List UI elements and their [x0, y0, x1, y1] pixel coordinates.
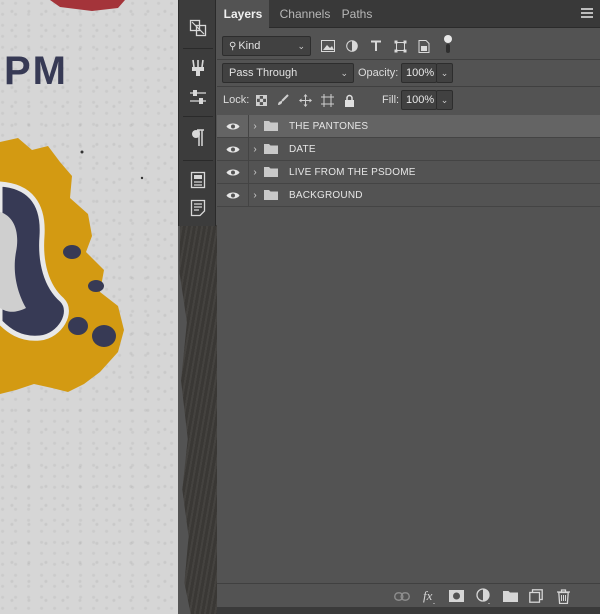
- fill-input[interactable]: 100%: [401, 90, 437, 110]
- filter-toggle-switch[interactable]: [438, 34, 458, 54]
- lock-label: Lock:: [223, 94, 250, 106]
- lock-image-pixels-icon[interactable]: [273, 90, 293, 110]
- link-layers-icon[interactable]: [393, 587, 411, 605]
- filter-kind-label: Kind: [238, 40, 261, 52]
- blend-mode-label: Pass Through: [229, 67, 298, 79]
- torn-paper-edge: [179, 225, 218, 614]
- layer-row[interactable]: › DATE: [217, 138, 600, 161]
- brush-presets-icon[interactable]: [188, 58, 208, 78]
- folder-icon: [264, 143, 278, 154]
- filter-shape-layers-icon[interactable]: [390, 36, 410, 56]
- new-group-folder-icon[interactable]: [501, 587, 519, 605]
- eye-icon[interactable]: [217, 161, 249, 184]
- eye-icon[interactable]: [217, 115, 249, 138]
- layers-list: › THE PANTONES › DATE › LIVE FROM THE PS…: [217, 115, 600, 207]
- chevron-right-icon[interactable]: ›: [250, 184, 260, 207]
- filter-pixel-layers-icon[interactable]: [318, 36, 338, 56]
- eye-icon[interactable]: [217, 138, 249, 161]
- poster-artwork: PM: [0, 0, 144, 394]
- layer-name[interactable]: LIVE FROM THE PSDOME: [289, 161, 416, 184]
- chevron-down-icon: ⌄: [297, 41, 305, 51]
- layer-row[interactable]: › THE PANTONES: [217, 115, 600, 138]
- chevron-right-icon[interactable]: ›: [250, 115, 260, 138]
- filter-kind-dropdown[interactable]: ⚲ Kind ⌄: [222, 36, 311, 56]
- svg-text:fx: fx: [423, 588, 433, 603]
- chevron-right-icon[interactable]: ›: [250, 138, 260, 161]
- layers-panel: Layers Channels Paths ⚲ Kind ⌄ Pass Throu…: [217, 0, 600, 614]
- layers-action-bar: fx: [217, 583, 600, 607]
- chevron-down-icon: ⌄: [340, 68, 348, 78]
- folder-icon: [264, 166, 278, 177]
- layer-row[interactable]: › LIVE FROM THE PSDOME: [217, 161, 600, 184]
- layer-name[interactable]: DATE: [289, 138, 316, 161]
- tab-layers[interactable]: Layers: [217, 0, 269, 29]
- lock-position-icon[interactable]: [295, 90, 315, 110]
- tab-paths[interactable]: Paths: [339, 0, 375, 28]
- panel-tab-bar: Layers Channels Paths: [217, 0, 600, 29]
- blend-mode-dropdown[interactable]: Pass Through ⌄: [222, 63, 354, 83]
- clone-source-icon[interactable]: [188, 18, 208, 38]
- lock-all-icon[interactable]: [339, 90, 359, 110]
- opacity-input[interactable]: 100%: [401, 63, 437, 83]
- chevron-right-icon[interactable]: ›: [250, 161, 260, 184]
- filter-adjustment-layers-icon[interactable]: [342, 36, 362, 56]
- panel-bottom-edge: [217, 607, 600, 614]
- lock-artboard-icon[interactable]: [317, 90, 337, 110]
- filter-smart-objects-icon[interactable]: [414, 36, 434, 56]
- adjustments-sliders-icon[interactable]: [188, 87, 208, 107]
- notes-icon[interactable]: [188, 198, 208, 218]
- new-adjustment-layer-icon[interactable]: [475, 587, 493, 605]
- delete-layer-trash-icon[interactable]: [554, 587, 572, 605]
- filter-type-layers-icon[interactable]: [366, 36, 386, 56]
- layer-style-fx-icon[interactable]: fx: [421, 587, 439, 605]
- folder-icon: [264, 120, 278, 131]
- add-mask-icon[interactable]: [447, 587, 465, 605]
- search-icon: ⚲: [229, 41, 237, 52]
- opacity-label: Opacity:: [358, 67, 399, 79]
- tab-channels[interactable]: Channels: [271, 0, 339, 28]
- new-layer-icon[interactable]: [527, 587, 545, 605]
- eye-icon[interactable]: [217, 184, 249, 207]
- folder-icon: [264, 189, 278, 200]
- layer-row[interactable]: › BACKGROUND: [217, 184, 600, 207]
- lock-transparent-pixels-icon[interactable]: [251, 90, 271, 110]
- layer-name[interactable]: THE PANTONES: [289, 115, 368, 138]
- layer-name[interactable]: BACKGROUND: [289, 184, 363, 207]
- poster-pm-text: PM: [4, 49, 68, 93]
- document-canvas[interactable]: PM: [0, 0, 178, 614]
- collapsed-panels-strip: [178, 0, 216, 226]
- panel-menu-icon[interactable]: [581, 8, 593, 18]
- paragraph-icon[interactable]: [188, 128, 208, 148]
- fill-label: Fill:: [382, 94, 400, 106]
- opacity-chevron-down-icon[interactable]: ⌄: [436, 63, 453, 83]
- fill-chevron-down-icon[interactable]: ⌄: [436, 90, 453, 110]
- properties-icon[interactable]: [188, 170, 208, 190]
